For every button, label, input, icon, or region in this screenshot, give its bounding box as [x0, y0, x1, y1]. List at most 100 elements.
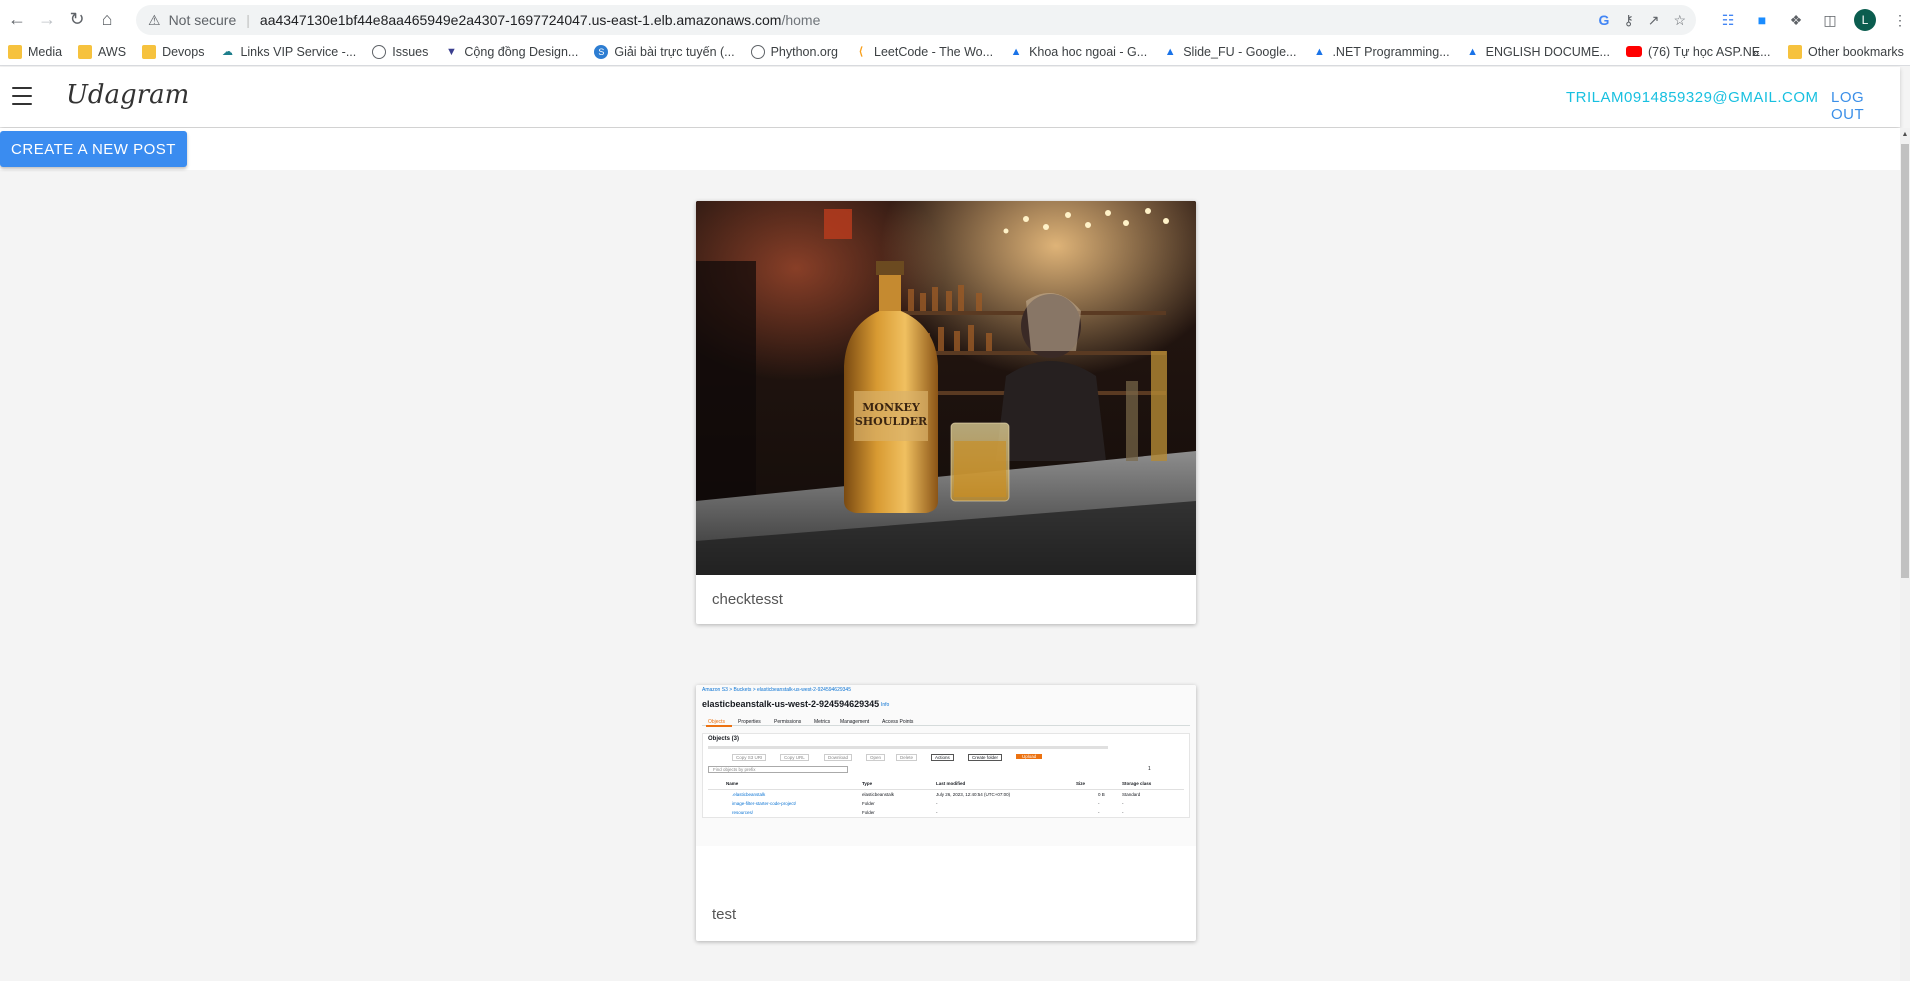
app-toolbar: Udagram TRILAM0914859329@GMAIL.COM LOG O… [0, 67, 1900, 127]
s3-row-modified: July 26, 2023, 12:40:54 (UTC+07:00) [936, 792, 1011, 797]
s3-button: Copy URL [780, 754, 809, 761]
bookmark-label: Phython.org [770, 44, 838, 59]
s3-row-size: - [1098, 801, 1100, 806]
s3-col-header: Type [862, 781, 873, 786]
s3-row-size: 0 B [1098, 792, 1105, 797]
s3-tab: Metrics [814, 719, 831, 725]
translate-extension-icon[interactable]: ☷ [1718, 12, 1738, 29]
s3-row-storage: - [1122, 810, 1124, 815]
hamburger-menu-icon[interactable] [12, 87, 32, 105]
back-arrow-icon[interactable]: ← [4, 6, 30, 32]
s3-bucket-title: elasticbeanstalk-us-west-2-924594629345 [702, 699, 880, 709]
dropper-extension-icon[interactable]: ■ [1752, 12, 1772, 28]
s3-col-header: Storage class [1122, 781, 1152, 786]
bookmark-item[interactable]: ▲ Slide_FU - Google... [1163, 44, 1297, 59]
side-panel-icon[interactable]: ◫ [1820, 12, 1840, 29]
brand-logo[interactable]: Udagram [66, 80, 189, 110]
s3-button: Delete [896, 754, 918, 761]
bookmark-item[interactable]: ▲ Khoa hoc ngoai - G... [1009, 44, 1148, 59]
bookmark-item[interactable]: AWS [78, 44, 126, 59]
kebab-menu-icon[interactable]: ⋮ [1890, 12, 1910, 29]
other-bookmarks-label: Other bookmarks [1808, 45, 1904, 59]
bookmark-label: .NET Programming... [1332, 44, 1450, 59]
forward-arrow-icon[interactable]: → [34, 6, 60, 32]
s3-button: Download [824, 754, 853, 761]
bookmark-item[interactable]: ▲ ENGLISH DOCUME... [1466, 45, 1610, 59]
bookmark-item[interactable]: ⟨ LeetCode - The Wo... [854, 45, 993, 59]
bookmark-label: LeetCode - The Wo... [874, 44, 994, 59]
scroll-up-arrow-icon[interactable]: ▲ [1900, 131, 1910, 141]
s3-row-name: image-filter-starter-code-project/ [732, 801, 797, 806]
reload-icon[interactable]: ↻ [64, 6, 90, 32]
share-icon[interactable]: ↗ [1648, 12, 1660, 29]
bookmark-label: Issues [392, 44, 429, 59]
s3-search: Find objects by prefix [708, 766, 848, 773]
bookmark-label: Khoa hoc ngoai - G... [1029, 44, 1148, 59]
home-icon[interactable]: ⌂ [94, 6, 120, 32]
post-image: Amazon S3 > Buckets > elasticbeanstalk-u… [696, 685, 1196, 846]
s3-row-name: resources/ [732, 810, 754, 815]
extensions-puzzle-icon[interactable]: ❖ [1786, 12, 1806, 29]
omnibox-divider: | [246, 12, 250, 28]
other-bookmarks[interactable]: Other bookmarks [1788, 38, 1904, 65]
site-icon: S [594, 44, 609, 59]
s3-col-header: Size [1076, 781, 1086, 786]
post-caption: checktesst [712, 591, 783, 608]
s3-objects-heading: Objects (3) [708, 736, 740, 742]
bookmark-label: Slide_FU - Google... [1183, 44, 1297, 59]
drive-icon: ▲ [1164, 45, 1176, 58]
post-image: MONKEY SHOULDER [696, 201, 1196, 575]
create-post-button[interactable]: CREATE A NEW POST [0, 131, 187, 167]
bookmark-label: Giải bài trực tuyến (... [614, 44, 735, 59]
whisky-bar-photo: MONKEY SHOULDER [696, 201, 1196, 575]
bookmark-item[interactable]: Media [8, 44, 63, 59]
google-icon[interactable]: G [1599, 12, 1610, 28]
s3-row-type: Folder [862, 810, 875, 815]
bookmarks-overflow-button[interactable]: » [1752, 38, 1759, 65]
browser-toolbar: ← → ↻ ⌂ ⚠ Not secure | aa4347130e1bf44e8… [0, 0, 1910, 38]
s3-button: Create folder [968, 754, 1003, 761]
url-host: aa4347130e1bf44e8aa465949e2a4307-1697724… [259, 12, 782, 28]
key-icon[interactable]: ⚷ [1623, 12, 1633, 29]
s3-tab: Access Points [882, 719, 914, 725]
bookmark-label: ENGLISH DOCUME... [1485, 44, 1610, 59]
url-path: /home [781, 12, 821, 28]
bookmark-item[interactable]: S Giải bài trực tuyến (... [594, 44, 735, 59]
bookmark-item[interactable]: ▲ .NET Programming... [1312, 44, 1450, 59]
drive-icon: ▲ [1314, 45, 1325, 58]
bookmark-label: Devops [162, 44, 205, 59]
security-status: Not secure [168, 12, 237, 28]
bookmark-item[interactable]: ☁ Links VIP Service -... [220, 45, 356, 59]
s3-col-header: Name [726, 781, 739, 786]
post-caption: test [712, 906, 737, 923]
profile-avatar[interactable]: L [1854, 9, 1876, 31]
bookmark-item[interactable]: Phython.org [750, 44, 838, 59]
star-icon[interactable]: ☆ [1673, 12, 1686, 29]
bookmark-label: Cộng đồng Design... [464, 44, 579, 59]
s3-button: Actions [931, 754, 954, 761]
s3-col-header: Last modified [936, 781, 966, 786]
bookmark-item[interactable]: (76) Tự học ASP.NE... [1625, 45, 1771, 59]
s3-breadcrumb: Amazon S3 > Buckets > elasticbeanstalk-u… [702, 687, 851, 693]
s3-row-modified: - [936, 810, 938, 815]
address-bar[interactable]: ⚠ Not secure | aa4347130e1bf44e8aa465949… [136, 5, 1696, 35]
s3-tab: Properties [738, 719, 761, 725]
bookmark-label: Media [28, 44, 63, 59]
post-card: MONKEY SHOULDER checktesst [696, 201, 1196, 624]
s3-tab: Permissions [774, 719, 802, 725]
bookmark-item[interactable]: Devops [142, 44, 205, 59]
s3-row-size: - [1098, 810, 1100, 815]
globe-icon [750, 44, 765, 59]
warning-icon: ⚠ [148, 11, 161, 28]
s3-button: Upload [1016, 754, 1043, 759]
logout-button[interactable]: LOG OUT [1831, 89, 1900, 123]
scrollbar-thumb[interactable] [1901, 144, 1909, 578]
drive-icon: ▲ [1010, 45, 1022, 58]
bookmark-item[interactable]: ▼ Cộng đồng Design... [444, 45, 578, 59]
post-card: Amazon S3 > Buckets > elasticbeanstalk-u… [696, 685, 1196, 941]
s3-row-type: elasticbeanstalk [862, 792, 895, 797]
drive-icon: ▲ [1467, 45, 1479, 58]
bookmark-item[interactable]: Issues [372, 44, 429, 59]
user-email[interactable]: TRILAM0914859329@GMAIL.COM [1566, 89, 1819, 106]
bookmark-label: Links VIP Service -... [240, 44, 357, 59]
